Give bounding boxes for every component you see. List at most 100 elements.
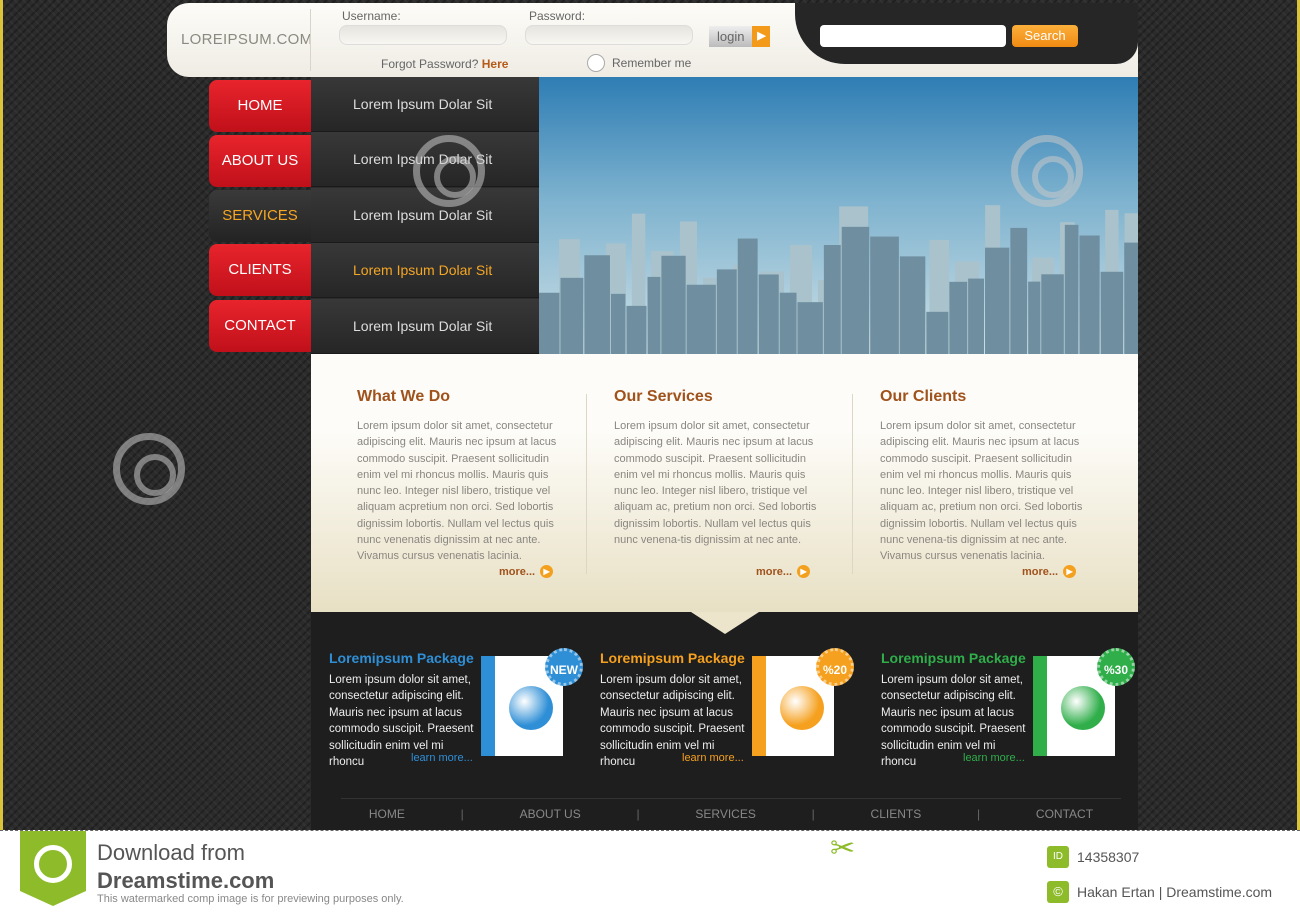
forgot-password: Forgot Password? Here xyxy=(381,57,508,71)
product-box-image: %30 xyxy=(1033,648,1135,756)
arrow-right-icon: ▶ xyxy=(1063,565,1077,578)
search-input[interactable] xyxy=(820,25,1006,47)
search-button[interactable]: Search xyxy=(1012,25,1078,47)
submenu-item[interactable]: Lorem Ipsum Dolar Sit xyxy=(311,77,539,132)
more-link[interactable]: more... ▶ xyxy=(499,565,554,578)
content-column: Our Services Lorem ipsum dolor sit amet, … xyxy=(614,388,824,548)
credit: Hakan Ertan | Dreamstime.com xyxy=(1077,884,1273,900)
footer-link-contact[interactable]: CONTACT xyxy=(1036,807,1093,821)
building xyxy=(870,236,899,354)
scissors-icon: ✂ xyxy=(830,832,856,865)
globe-icon xyxy=(1061,686,1105,730)
more-link[interactable]: more... ▶ xyxy=(756,565,811,578)
column-title: Our Services xyxy=(614,388,713,405)
building xyxy=(661,255,686,354)
footer-separator: | xyxy=(811,807,815,821)
footer-link-clients[interactable]: CLIENTS xyxy=(871,807,922,821)
id-icon: ID xyxy=(1047,846,1069,868)
login-label: login xyxy=(709,26,753,47)
site-logo[interactable]: LOREIPSUM.COM xyxy=(181,31,312,48)
watermark-spiral-icon xyxy=(413,135,485,207)
badge: %30 xyxy=(1097,648,1135,686)
more-label: more... xyxy=(499,565,536,578)
nav-tab-about-us[interactable]: ABOUT US xyxy=(209,135,311,187)
divider xyxy=(310,9,311,71)
arrow-right-icon: ▶ xyxy=(540,565,554,578)
password-label: Password: xyxy=(529,9,586,23)
nav-tab-home[interactable]: HOME xyxy=(209,80,311,132)
building xyxy=(1064,224,1079,354)
arrow-right-icon: ▶ xyxy=(752,26,771,47)
building xyxy=(823,245,841,354)
nav-tab-clients[interactable]: CLIENTS xyxy=(209,244,311,296)
building xyxy=(1010,227,1028,354)
building xyxy=(968,278,985,354)
building xyxy=(560,277,584,354)
dreamstime-logo xyxy=(20,831,86,906)
building xyxy=(1079,235,1100,354)
image-id: 14358307 xyxy=(1077,849,1140,865)
packages-section: HOME | ABOUT US | SERVICES | CLIENTS | CONTACT L… xyxy=(311,612,1138,830)
search-bar: Search xyxy=(795,3,1138,64)
learn-more-link[interactable]: learn more... xyxy=(682,752,744,764)
footer-link-home[interactable]: HOME xyxy=(369,807,405,821)
package-card: Loremipsum Package Lorem ipsum dolor sit … xyxy=(600,648,854,770)
watermark-spiral-icon xyxy=(1011,135,1083,207)
nav-tab-services[interactable]: SERVICES xyxy=(209,190,311,242)
hero-banner xyxy=(539,77,1141,354)
login-button[interactable]: login ▶ xyxy=(709,26,771,47)
product-box-image: %20 xyxy=(752,648,854,756)
more-link[interactable]: more... ▶ xyxy=(1022,565,1077,578)
column-text: Lorem ipsum dolor sit amet, consectetur … xyxy=(880,420,1083,563)
building xyxy=(539,292,560,354)
badge: NEW xyxy=(545,648,583,686)
nav-tab-contact[interactable]: CONTACT xyxy=(209,300,311,352)
submenu-item[interactable]: Lorem Ipsum Dolar Sit xyxy=(311,298,539,354)
building xyxy=(737,238,758,354)
learn-more-link[interactable]: learn more... xyxy=(963,752,1025,764)
content-column: What We Do Lorem ipsum dolor sit amet, co… xyxy=(357,388,567,565)
footer-link-services[interactable]: SERVICES xyxy=(695,807,755,821)
submenu-item[interactable]: Lorem Ipsum Dolar Sit xyxy=(311,243,539,299)
arrow-right-icon: ▶ xyxy=(797,565,811,578)
remember-label: Remember me xyxy=(612,56,692,70)
package-card: Loremipsum Package Lorem ipsum dolor sit … xyxy=(329,648,583,770)
package-card: Loremipsum Package Lorem ipsum dolor sit … xyxy=(881,648,1135,770)
building xyxy=(985,247,1010,354)
city-skyline-image xyxy=(539,205,1141,354)
footer-separator: | xyxy=(977,807,981,821)
building xyxy=(758,274,779,354)
copyright-icon: © xyxy=(1047,881,1069,903)
footer-separator: | xyxy=(460,807,464,821)
password-input[interactable] xyxy=(525,25,693,45)
download-from: Download from xyxy=(97,840,245,865)
building xyxy=(647,276,661,354)
download-banner: Download from Dreamstime.com This waterm… xyxy=(0,830,1300,919)
remember-me[interactable]: Remember me xyxy=(587,54,691,72)
watermark-note: This watermarked comp image is for previ… xyxy=(97,893,404,905)
building xyxy=(1028,281,1041,354)
footer-link-about-us[interactable]: ABOUT US xyxy=(520,807,581,821)
header: LOREIPSUM.COM Username: Password: login ▶… xyxy=(167,3,1138,77)
forgot-text: Forgot Password? xyxy=(381,57,479,71)
building xyxy=(899,256,926,354)
building xyxy=(1124,242,1139,354)
remember-radio[interactable] xyxy=(587,54,605,72)
forgot-link[interactable]: Here xyxy=(482,57,509,71)
badge: %20 xyxy=(816,648,854,686)
globe-icon xyxy=(509,686,553,730)
submenu: Lorem Ipsum Dolar Sit Lorem Ipsum Dolar S… xyxy=(311,77,539,354)
column-text: Lorem ipsum dolor sit amet, consectetur … xyxy=(357,420,557,563)
dreamstime-name[interactable]: Dreamstime.com xyxy=(97,868,274,894)
username-label: Username: xyxy=(342,9,401,23)
footer-separator: | xyxy=(636,807,640,821)
column-title: Our Clients xyxy=(880,388,967,405)
building xyxy=(686,284,716,354)
product-box-image: NEW xyxy=(481,648,583,756)
section-pointer xyxy=(691,612,759,634)
globe-icon xyxy=(780,686,824,730)
learn-more-link[interactable]: learn more... xyxy=(411,752,473,764)
more-label: more... xyxy=(1022,565,1059,578)
building xyxy=(797,302,823,354)
username-input[interactable] xyxy=(339,25,507,45)
